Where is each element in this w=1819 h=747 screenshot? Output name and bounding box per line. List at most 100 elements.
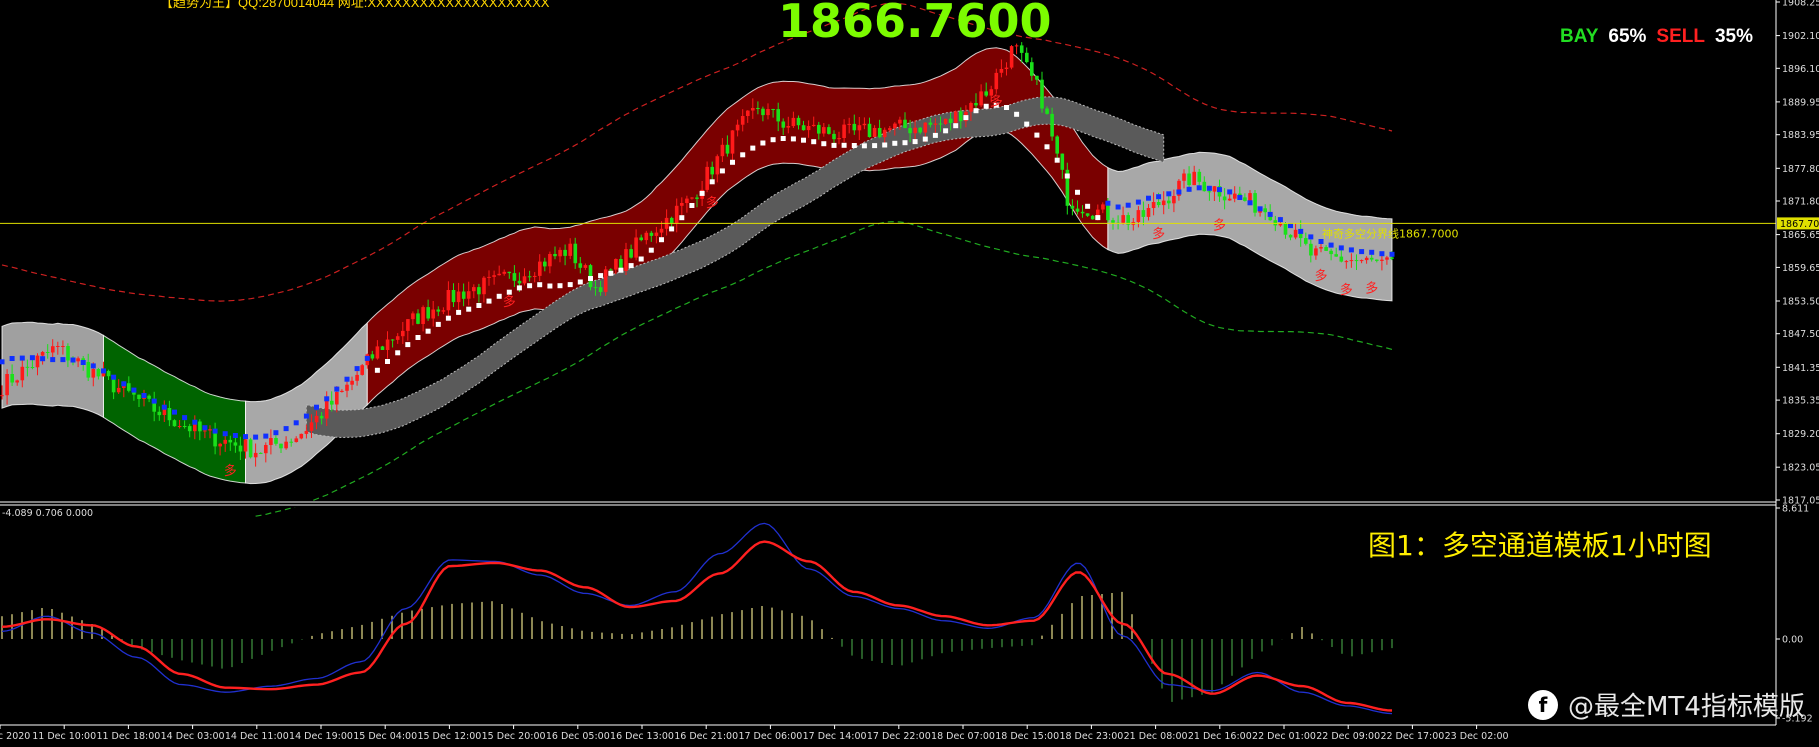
candle-body[interactable] (1146, 208, 1151, 217)
candle-body[interactable] (928, 122, 933, 125)
candle-body[interactable] (573, 243, 578, 264)
candle-body[interactable] (938, 123, 943, 125)
candle-body[interactable] (497, 273, 501, 276)
candle-body[interactable] (847, 123, 851, 125)
candle-body[interactable] (908, 128, 912, 134)
candle-body[interactable] (558, 249, 562, 257)
candle-body[interactable] (781, 121, 786, 128)
candle-body[interactable] (877, 128, 882, 138)
candle-body[interactable] (532, 275, 537, 277)
candle-body[interactable] (0, 395, 4, 397)
chart-window[interactable]: 多多多多多多多多多神奇多空分界线1867.7000 1908.25 1902.10 1… (0, 0, 1819, 747)
candle-body[interactable] (1369, 257, 1374, 260)
candle-body[interactable] (953, 111, 958, 123)
candle-body[interactable] (1344, 261, 1349, 263)
candle-body[interactable] (888, 128, 892, 130)
candle-body[interactable] (1227, 198, 1232, 201)
candle-body[interactable] (61, 346, 65, 347)
candle-body[interactable] (1304, 238, 1308, 244)
candle-body[interactable] (1385, 257, 1389, 260)
candle-body[interactable] (406, 319, 410, 331)
candle-body[interactable] (91, 369, 96, 378)
candle-body[interactable] (583, 265, 588, 268)
candle-body[interactable] (431, 309, 435, 319)
candle-body[interactable] (10, 374, 14, 383)
candle-body[interactable] (1263, 208, 1267, 213)
candle-body[interactable] (426, 307, 430, 319)
candle-body[interactable] (45, 352, 50, 353)
candle-body[interactable] (1161, 200, 1166, 206)
candle-body[interactable] (1380, 259, 1384, 261)
candle-body[interactable] (40, 352, 45, 356)
candle-body[interactable] (1060, 153, 1065, 170)
candle-body[interactable] (999, 69, 1004, 73)
candle-body[interactable] (86, 361, 91, 378)
candle-body[interactable] (56, 346, 60, 347)
candle-body[interactable] (1349, 260, 1354, 262)
candle-body[interactable] (1040, 79, 1044, 109)
candle-body[interactable] (177, 426, 182, 427)
candle-body[interactable] (543, 261, 547, 267)
candle-body[interactable] (522, 276, 527, 284)
candle-body[interactable] (690, 197, 694, 199)
candle-body[interactable] (1085, 213, 1090, 216)
candle-body[interactable] (487, 276, 491, 278)
candle-body[interactable] (1136, 210, 1141, 222)
candle-body[interactable] (614, 259, 618, 270)
candle-body[interactable] (436, 309, 441, 312)
candle-body[interactable] (603, 269, 608, 292)
candle-body[interactable] (959, 111, 963, 122)
candle-body[interactable] (568, 243, 572, 256)
candle-body[interactable] (20, 366, 25, 381)
candle-body[interactable] (598, 287, 603, 292)
candle-body[interactable] (1156, 202, 1161, 206)
candle-body[interactable] (127, 383, 131, 391)
candle-body[interactable] (766, 109, 770, 116)
candle-body[interactable] (827, 127, 831, 134)
candle-body[interactable] (867, 123, 872, 137)
candle-body[interactable] (446, 290, 451, 311)
candle-body[interactable] (238, 445, 243, 452)
candle-body[interactable] (461, 291, 466, 299)
candle-body[interactable] (1207, 191, 1212, 193)
candle-body[interactable] (1202, 181, 1207, 192)
candle-body[interactable] (923, 122, 928, 133)
candle-body[interactable] (1045, 108, 1049, 114)
candle-body[interactable] (1248, 193, 1252, 201)
candle-body[interactable] (771, 109, 775, 110)
candle-body[interactable] (680, 203, 684, 206)
candle-body[interactable] (624, 249, 628, 271)
candle-body[interactable] (517, 280, 522, 284)
candle-body[interactable] (740, 116, 745, 125)
candle-body[interactable] (548, 254, 552, 267)
candle-body[interactable] (5, 374, 9, 396)
candle-body[interactable] (1283, 223, 1288, 235)
candle-body[interactable] (659, 228, 664, 233)
candle-body[interactable] (882, 129, 887, 138)
candle-body[interactable] (593, 287, 598, 289)
candle-body[interactable] (137, 394, 141, 399)
candle-body[interactable] (913, 127, 917, 134)
candle-body[interactable] (345, 384, 349, 391)
candle-body[interactable] (674, 205, 679, 224)
candle-body[interactable] (35, 355, 40, 368)
candle-body[interactable] (380, 346, 385, 350)
candle-body[interactable] (1390, 257, 1394, 259)
candle-body[interactable] (1334, 254, 1338, 257)
candle-body[interactable] (1212, 186, 1217, 192)
candle-body[interactable] (395, 336, 400, 340)
candle-body[interactable] (933, 123, 938, 125)
candle-body[interactable] (918, 127, 922, 133)
candle-body[interactable] (106, 370, 111, 377)
candle-body[interactable] (299, 433, 304, 439)
candle-body[interactable] (629, 249, 633, 258)
candle-body[interactable] (451, 290, 456, 303)
candle-body[interactable] (385, 339, 390, 351)
candle-body[interactable] (258, 452, 263, 454)
candle-body[interactable] (761, 108, 765, 116)
candle-body[interactable] (1106, 204, 1110, 221)
candle-body[interactable] (1101, 204, 1105, 210)
candle-body[interactable] (375, 346, 380, 359)
candle-body[interactable] (51, 346, 55, 353)
candle-body[interactable] (1359, 260, 1364, 262)
